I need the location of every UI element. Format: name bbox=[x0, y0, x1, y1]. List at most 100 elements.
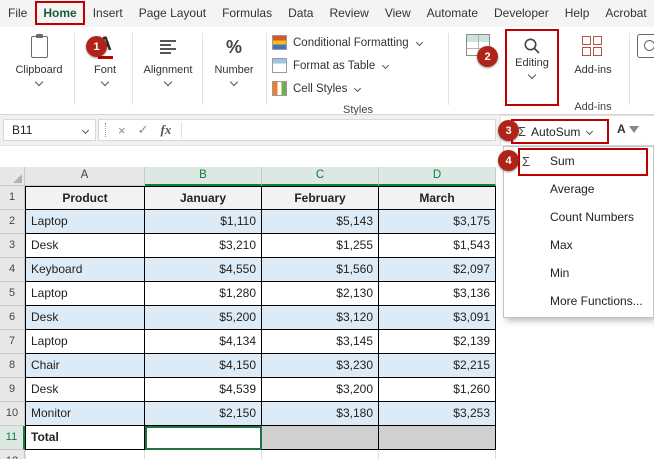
cell-b12[interactable] bbox=[145, 450, 262, 459]
cell-d10[interactable]: $3,253 bbox=[379, 402, 496, 426]
cell-d11-selected[interactable] bbox=[379, 426, 496, 450]
cell-b1[interactable]: January bbox=[145, 186, 262, 210]
cancel-icon[interactable]: × bbox=[118, 123, 126, 138]
tab-insert[interactable]: Insert bbox=[85, 0, 131, 27]
row-header[interactable]: 1 bbox=[0, 186, 25, 210]
cell-a8[interactable]: Chair bbox=[25, 354, 145, 378]
row-header[interactable]: 7 bbox=[0, 330, 25, 354]
tab-formulas[interactable]: Formulas bbox=[214, 0, 280, 27]
row-header[interactable]: 4 bbox=[0, 258, 25, 282]
cell-d4[interactable]: $2,097 bbox=[379, 258, 496, 282]
cell-c5[interactable]: $2,130 bbox=[262, 282, 379, 306]
tab-review[interactable]: Review bbox=[321, 0, 376, 27]
cell-b9[interactable]: $4,539 bbox=[145, 378, 262, 402]
cell-c9[interactable]: $3,200 bbox=[262, 378, 379, 402]
row-header[interactable]: 11 bbox=[0, 426, 25, 450]
addins-button[interactable]: Add-ins bbox=[566, 31, 620, 76]
tab-automate[interactable]: Automate bbox=[419, 0, 486, 27]
cell-b2[interactable]: $1,110 bbox=[145, 210, 262, 234]
cell-b6[interactable]: $5,200 bbox=[145, 306, 262, 330]
cell-c12[interactable] bbox=[262, 450, 379, 459]
menu-item-average[interactable]: Average bbox=[504, 175, 653, 203]
number-group-button[interactable]: % Number bbox=[205, 31, 263, 87]
column-header-c[interactable]: C bbox=[262, 167, 379, 186]
cell-c2[interactable]: $5,143 bbox=[262, 210, 379, 234]
tab-data[interactable]: Data bbox=[280, 0, 321, 27]
tab-developer[interactable]: Developer bbox=[486, 0, 557, 27]
cell-a10[interactable]: Monitor bbox=[25, 402, 145, 426]
enter-icon[interactable]: ✓ bbox=[138, 122, 149, 138]
cell-b4[interactable]: $4,550 bbox=[145, 258, 262, 282]
cell-d8[interactable]: $2,215 bbox=[379, 354, 496, 378]
cell-b7[interactable]: $4,134 bbox=[145, 330, 262, 354]
name-box[interactable]: B11 bbox=[3, 119, 96, 141]
cell-a1[interactable]: Product bbox=[25, 186, 145, 210]
menu-item-more-functions[interactable]: More Functions... bbox=[504, 287, 653, 315]
row-header[interactable]: 3 bbox=[0, 234, 25, 258]
cell-a7[interactable]: Laptop bbox=[25, 330, 145, 354]
cell-styles-button[interactable]: Cell Styles bbox=[272, 77, 362, 100]
cell-c4[interactable]: $1,560 bbox=[262, 258, 379, 282]
cell-c8[interactable]: $3,230 bbox=[262, 354, 379, 378]
cell-d12[interactable] bbox=[379, 450, 496, 459]
cell-d7[interactable]: $2,139 bbox=[379, 330, 496, 354]
sort-filter-button[interactable]: A bbox=[617, 122, 639, 136]
tab-acrobat[interactable]: Acrobat bbox=[597, 0, 654, 27]
clipboard-group-button[interactable]: Clipboard bbox=[8, 31, 70, 87]
cell-a11[interactable]: Total bbox=[25, 426, 145, 450]
autosum-button[interactable]: Σ AutoSum bbox=[511, 119, 609, 144]
select-all-corner[interactable] bbox=[0, 167, 25, 186]
cell-d6[interactable]: $3,091 bbox=[379, 306, 496, 330]
cell-c7[interactable]: $3,145 bbox=[262, 330, 379, 354]
row-header[interactable]: 10 bbox=[0, 402, 25, 426]
cell-a12[interactable] bbox=[25, 450, 145, 459]
cell-a5[interactable]: Laptop bbox=[25, 282, 145, 306]
cell-c11-selected[interactable] bbox=[262, 426, 379, 450]
menu-item-min[interactable]: Min bbox=[504, 259, 653, 287]
menu-item-max[interactable]: Max bbox=[504, 231, 653, 259]
cell-c6[interactable]: $3,120 bbox=[262, 306, 379, 330]
cell-d5[interactable]: $3,136 bbox=[379, 282, 496, 306]
menu-item-sum[interactable]: Σ Sum bbox=[504, 147, 653, 175]
cell-a9[interactable]: Desk bbox=[25, 378, 145, 402]
column-header-d[interactable]: D bbox=[379, 167, 496, 186]
column-header-b[interactable]: B bbox=[145, 167, 262, 186]
cell-a4[interactable]: Keyboard bbox=[25, 258, 145, 282]
menu-item-count-numbers[interactable]: Count Numbers bbox=[504, 203, 653, 231]
cell-b10[interactable]: $2,150 bbox=[145, 402, 262, 426]
row-header[interactable]: 5 bbox=[0, 282, 25, 306]
column-header-a[interactable]: A bbox=[25, 167, 145, 186]
cell-d2[interactable]: $3,175 bbox=[379, 210, 496, 234]
insert-function-icon[interactable]: fx bbox=[161, 122, 172, 138]
format-as-table-button[interactable]: Format as Table bbox=[272, 54, 390, 77]
tab-help[interactable]: Help bbox=[557, 0, 598, 27]
cell-a6[interactable]: Desk bbox=[25, 306, 145, 330]
tab-page-layout[interactable]: Page Layout bbox=[131, 0, 214, 27]
cell-a3[interactable]: Desk bbox=[25, 234, 145, 258]
editing-group-button[interactable]: Editing bbox=[505, 29, 559, 106]
cell-b5[interactable]: $1,280 bbox=[145, 282, 262, 306]
cell-a2[interactable]: Laptop bbox=[25, 210, 145, 234]
cell-d9[interactable]: $1,260 bbox=[379, 378, 496, 402]
cell-d1[interactable]: March bbox=[379, 186, 496, 210]
row-header[interactable]: 2 bbox=[0, 210, 25, 234]
cell-c3[interactable]: $1,255 bbox=[262, 234, 379, 258]
row-header[interactable]: 8 bbox=[0, 354, 25, 378]
cell-b11-active[interactable] bbox=[145, 426, 262, 450]
cell-b3[interactable]: $3,210 bbox=[145, 234, 262, 258]
cell-c1[interactable]: February bbox=[262, 186, 379, 210]
cell-c10[interactable]: $3,180 bbox=[262, 402, 379, 426]
tab-file[interactable]: File bbox=[0, 0, 35, 27]
tab-view[interactable]: View bbox=[377, 0, 419, 27]
row-header[interactable]: 9 bbox=[0, 378, 25, 402]
tab-home[interactable]: Home bbox=[35, 0, 85, 27]
row-header[interactable]: 6 bbox=[0, 306, 25, 330]
conditional-formatting-button[interactable]: Conditional Formatting bbox=[272, 31, 423, 54]
alignment-group-button[interactable]: Alignment bbox=[136, 31, 200, 87]
cell-b8[interactable]: $4,150 bbox=[145, 354, 262, 378]
analyze-data-icon[interactable] bbox=[637, 34, 654, 58]
row-header[interactable]: 12 bbox=[0, 450, 25, 459]
cell-d3[interactable]: $1,543 bbox=[379, 234, 496, 258]
number-label: Number bbox=[214, 64, 254, 76]
chevron-down-icon bbox=[229, 77, 239, 87]
